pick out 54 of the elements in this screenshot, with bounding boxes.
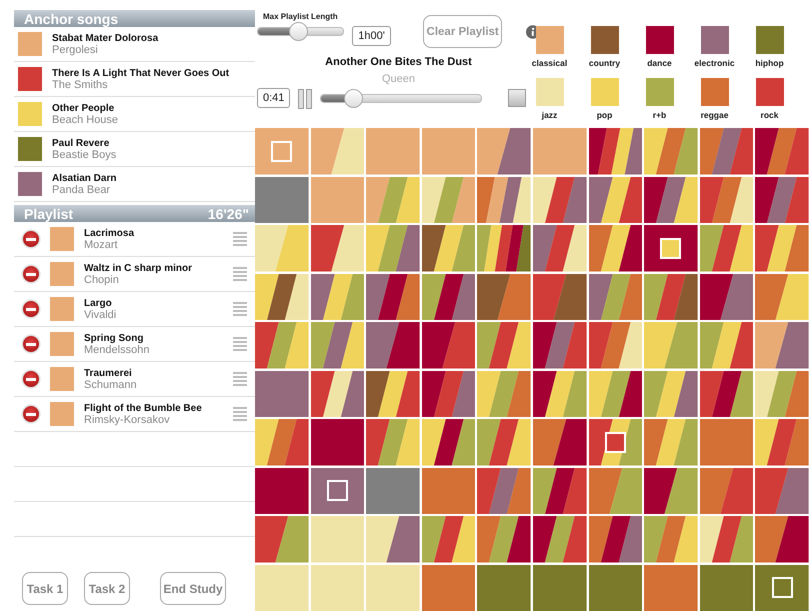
song-artist: The Smiths (52, 78, 109, 90)
length-field[interactable]: 1h00' (352, 26, 391, 46)
song-title: Alsatian Darn (52, 172, 118, 184)
song-title: Other People (52, 102, 116, 114)
song-artist: Mozart (84, 238, 119, 250)
song-title: Largo (84, 298, 113, 308)
genre-label: jazz (542, 110, 558, 120)
genre-label: rock (760, 110, 778, 120)
anchor-song-row[interactable]: Alsatian Darn Panda Bear (14, 167, 255, 202)
genre-label: dance (647, 58, 672, 68)
genre-label: classical (532, 58, 568, 68)
song-title: Lacrimosa (84, 228, 136, 238)
section-title: Anchor songs (24, 10, 118, 26)
time-display: 0:41 (257, 88, 290, 108)
song-title: Stabat Mater Dolorosa (52, 32, 160, 44)
song-artist: Chopin (84, 274, 120, 286)
section-title: Playlist (24, 206, 74, 222)
song-artist: Rimsky-Korsakov (84, 414, 171, 426)
playlist-row[interactable]: Largo Vivaldi (14, 292, 255, 327)
song-artist: Vivaldi (84, 308, 118, 320)
task-button[interactable]: Task 1 (22, 572, 68, 605)
song-artist: Panda Bear (52, 184, 112, 196)
task-button[interactable]: End Study (160, 572, 226, 605)
now-playing-title: Another One Bites The Dust (325, 56, 472, 68)
song-title: There Is A Light That Never Goes Out (52, 68, 230, 78)
playlist-row[interactable]: Spring Song Mendelssohn (14, 327, 255, 362)
now-playing-artist: Queen (382, 73, 416, 85)
song-artist: Pergolesi (52, 44, 99, 56)
genre-label: r+b (652, 110, 666, 120)
anchor-song-row[interactable]: Stabat Mater Dolorosa Pergolesi (14, 27, 255, 62)
genre-label: electronic (694, 58, 735, 68)
control-label: Max Playlist Length (263, 12, 339, 21)
song-title: Flight of the Bumble Bee (84, 402, 203, 414)
playlist-row[interactable]: Waltz in C sharp minor Chopin (14, 257, 255, 292)
song-artist: Beach House (52, 114, 120, 126)
anchor-song-row[interactable]: Paul Revere Beastie Boys (14, 132, 255, 167)
song-title: Traumerei (84, 368, 133, 378)
anchor-song-row[interactable]: There Is A Light That Never Goes Out The Smiths (14, 62, 255, 97)
song-title: Spring Song (84, 332, 144, 344)
song-artist: Beastie Boys (52, 148, 118, 160)
genre-label: hiphop (755, 58, 784, 68)
playlist-row[interactable]: Flight of the Bumble Bee Rimsky-Korsakov (14, 397, 255, 432)
song-artist: Schumann (84, 378, 138, 390)
playlist-row[interactable]: Traumerei Schumann (14, 362, 255, 397)
playlist-row[interactable]: Lacrimosa Mozart (14, 222, 255, 257)
task-button[interactable]: Task 2 (84, 572, 130, 605)
playlist-duration: 16'26" (208, 206, 249, 222)
song-artist: Mendelssohn (84, 344, 150, 356)
song-title: Waltz in C sharp minor (84, 262, 193, 274)
song-title: Paul Revere (52, 138, 110, 148)
genre-label: pop (596, 110, 612, 120)
genre-label: reggae (700, 110, 728, 120)
anchor-song-row[interactable]: Other People Beach House (14, 97, 255, 132)
genre-label: country (588, 58, 620, 68)
